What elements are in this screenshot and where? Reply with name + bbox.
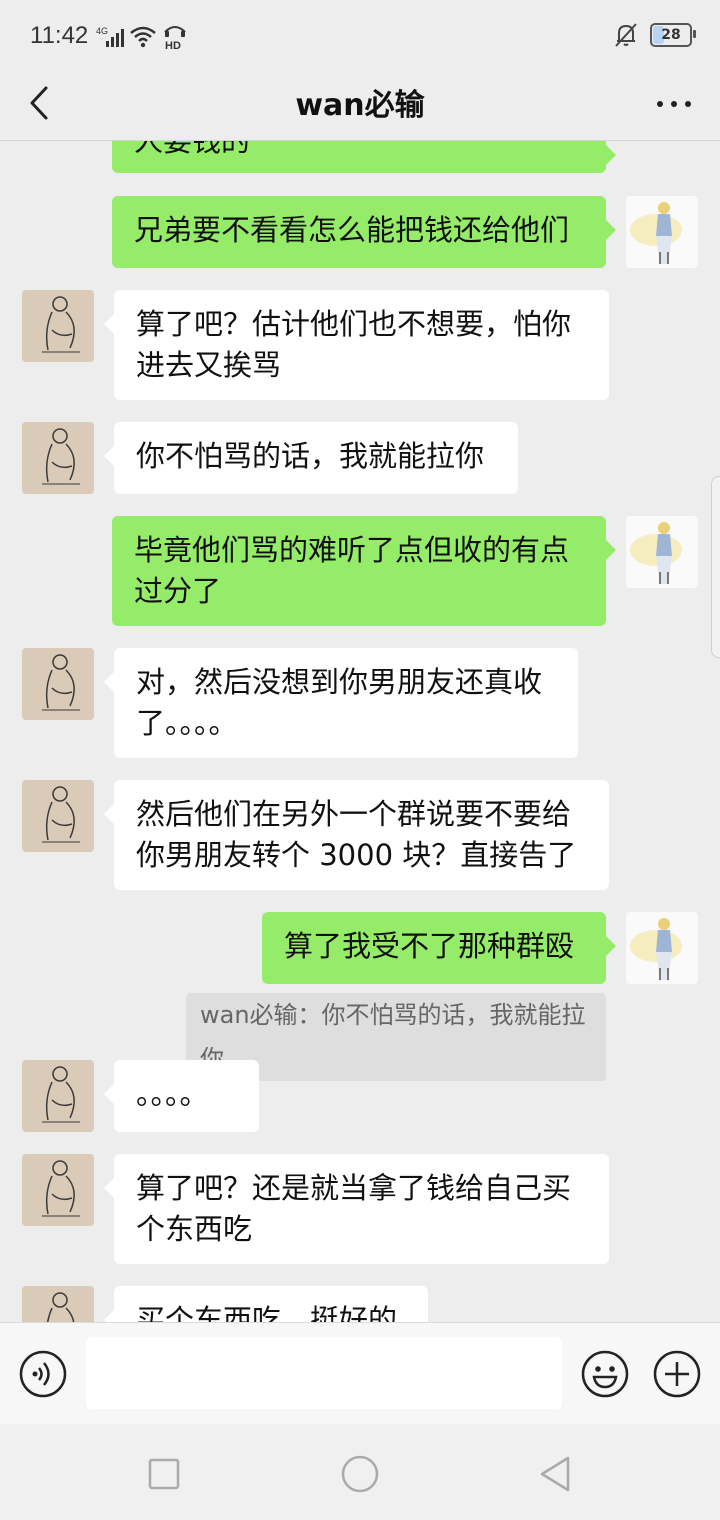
- sketch-figure-avatar-icon: [22, 290, 94, 362]
- contact-avatar[interactable]: [22, 1154, 94, 1226]
- sketch-figure-avatar-icon: [22, 780, 94, 852]
- network-type-label: 4G: [96, 26, 108, 36]
- signal-icon: 4G: [96, 26, 124, 47]
- outgoing-message-bubble[interactable]: 算了我受不了那种群殴: [262, 912, 616, 984]
- contact-avatar[interactable]: [22, 422, 94, 494]
- outgoing-message-bubble[interactable]: 毕竟他们骂的难听了点但收的有点过分了: [112, 516, 616, 626]
- voice-input-icon[interactable]: [18, 1349, 68, 1399]
- my-avatar[interactable]: [626, 196, 698, 268]
- my-avatar[interactable]: [626, 912, 698, 984]
- message-list[interactable]: 人要钱的 兄弟要不看看怎么能把钱还给他们 算了吧？估计他们也不想要，怕你进去又挨…: [0, 141, 720, 1322]
- system-navigation-bar: [0, 1424, 720, 1520]
- battery-indicator: 28: [650, 23, 696, 47]
- incoming-message-bubble[interactable]: 对，然后没想到你男朋友还真收了。。。。: [104, 648, 578, 758]
- sketch-figure-avatar-icon: [22, 648, 94, 720]
- emoji-icon[interactable]: [580, 1349, 630, 1399]
- message-input-bar: [0, 1322, 720, 1425]
- message-text-field[interactable]: [86, 1337, 562, 1409]
- contact-avatar[interactable]: [22, 648, 94, 720]
- hd-call-icon: HD: [164, 26, 186, 50]
- incoming-message-bubble[interactable]: 算了吧？估计他们也不想要，怕你进去又挨骂: [104, 290, 609, 400]
- home-icon[interactable]: [338, 1452, 382, 1496]
- battery-level: 28: [661, 27, 681, 43]
- side-scroll-handle[interactable]: [711, 476, 720, 658]
- my-avatar[interactable]: [626, 516, 698, 588]
- status-icons: 4G HD: [96, 24, 188, 50]
- chat-header: wan必输: [0, 72, 720, 141]
- sketch-figure-avatar-icon: [22, 422, 94, 494]
- incoming-message-bubble[interactable]: 买个东西吃，挺好的: [104, 1286, 428, 1322]
- outgoing-message-bubble[interactable]: 兄弟要不看看怎么能把钱还给他们: [112, 196, 616, 268]
- chat-title: wan必输: [295, 88, 425, 123]
- back-triangle-icon[interactable]: [534, 1452, 578, 1496]
- hd-label: HD: [165, 40, 181, 50]
- status-time: 11:42: [30, 22, 89, 49]
- incoming-message-bubble[interactable]: 算了吧？还是就当拿了钱给自己买个东西吃: [104, 1154, 609, 1264]
- anime-character-avatar-icon: [626, 516, 698, 588]
- incoming-message-bubble[interactable]: 。。。。: [104, 1060, 259, 1132]
- contact-avatar[interactable]: [22, 1286, 94, 1322]
- sketch-figure-avatar-icon: [22, 1286, 94, 1322]
- outgoing-message-bubble[interactable]: 人要钱的: [112, 141, 616, 173]
- contact-avatar[interactable]: [22, 290, 94, 362]
- anime-character-avatar-icon: [626, 196, 698, 268]
- contact-avatar[interactable]: [22, 780, 94, 852]
- incoming-message-bubble[interactable]: 然后他们在另外一个群说要不要给你男朋友转个 3000 块？直接告了: [104, 780, 609, 890]
- recent-apps-icon[interactable]: [142, 1452, 186, 1496]
- anime-character-avatar-icon: [626, 912, 698, 984]
- more-options-icon[interactable]: [654, 82, 694, 122]
- add-more-icon[interactable]: [652, 1349, 702, 1399]
- incoming-message-bubble[interactable]: 你不怕骂的话，我就能拉你: [104, 422, 518, 494]
- status-bar: 11:42 4G HD 28: [0, 0, 720, 72]
- mute-bell-icon: [615, 23, 637, 47]
- wifi-icon: [130, 26, 156, 48]
- sketch-figure-avatar-icon: [22, 1060, 94, 1132]
- status-right: 28: [614, 22, 696, 48]
- sketch-figure-avatar-icon: [22, 1154, 94, 1226]
- contact-avatar[interactable]: [22, 1060, 94, 1132]
